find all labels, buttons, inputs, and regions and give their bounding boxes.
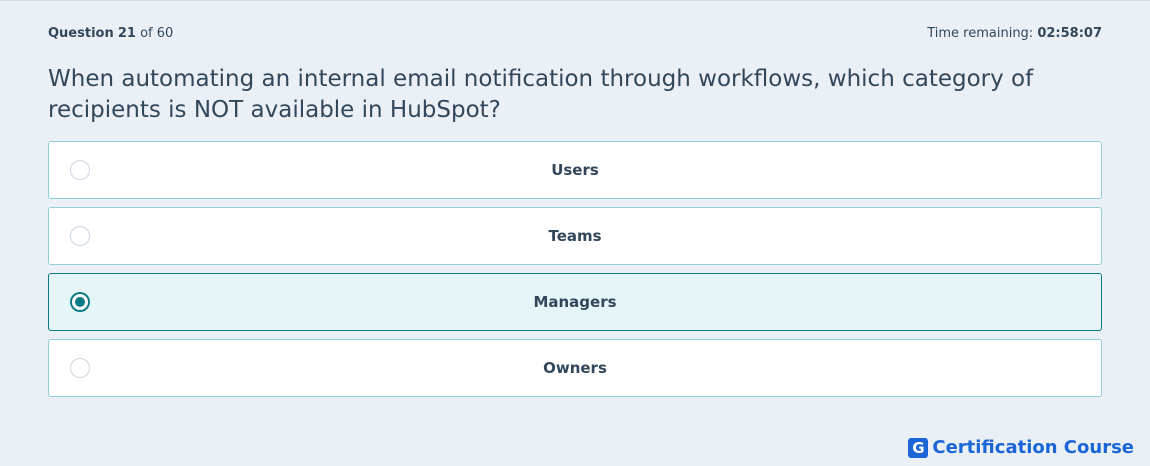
time-remaining-label: Time remaining: [927,25,1034,41]
brand-logo-icon: G [908,437,929,458]
radio-button[interactable] [70,358,90,378]
answer-options: Users Teams Managers Owners [48,141,1102,405]
question-counter: Question 21 of 60 [48,26,173,41]
question-text: When automating an internal email notifi… [48,66,1034,123]
time-remaining: Time remaining: 02:58:07 [927,26,1102,41]
answer-option-managers[interactable]: Managers [48,273,1102,331]
question-label: Question [48,25,114,41]
question-number: 21 [117,25,136,41]
answer-option-label: Managers [533,293,617,311]
answer-option-users[interactable]: Users [48,141,1102,199]
radio-button[interactable] [70,160,90,180]
radio-button-selected[interactable] [70,292,90,312]
answer-option-label: Teams [548,227,602,245]
brand-name: Certification Course [932,437,1134,458]
answer-option-label: Users [551,161,599,179]
answer-option-teams[interactable]: Teams [48,207,1102,265]
time-remaining-value: 02:58:07 [1037,25,1102,41]
quiz-header: Question 21 of 60 Time remaining: 02:58:… [48,23,1102,43]
question-total: of 60 [140,25,174,41]
brand-watermark: G Certification Course [908,437,1134,458]
radio-button[interactable] [70,226,90,246]
answer-option-label: Owners [543,359,607,377]
answer-option-owners[interactable]: Owners [48,339,1102,397]
